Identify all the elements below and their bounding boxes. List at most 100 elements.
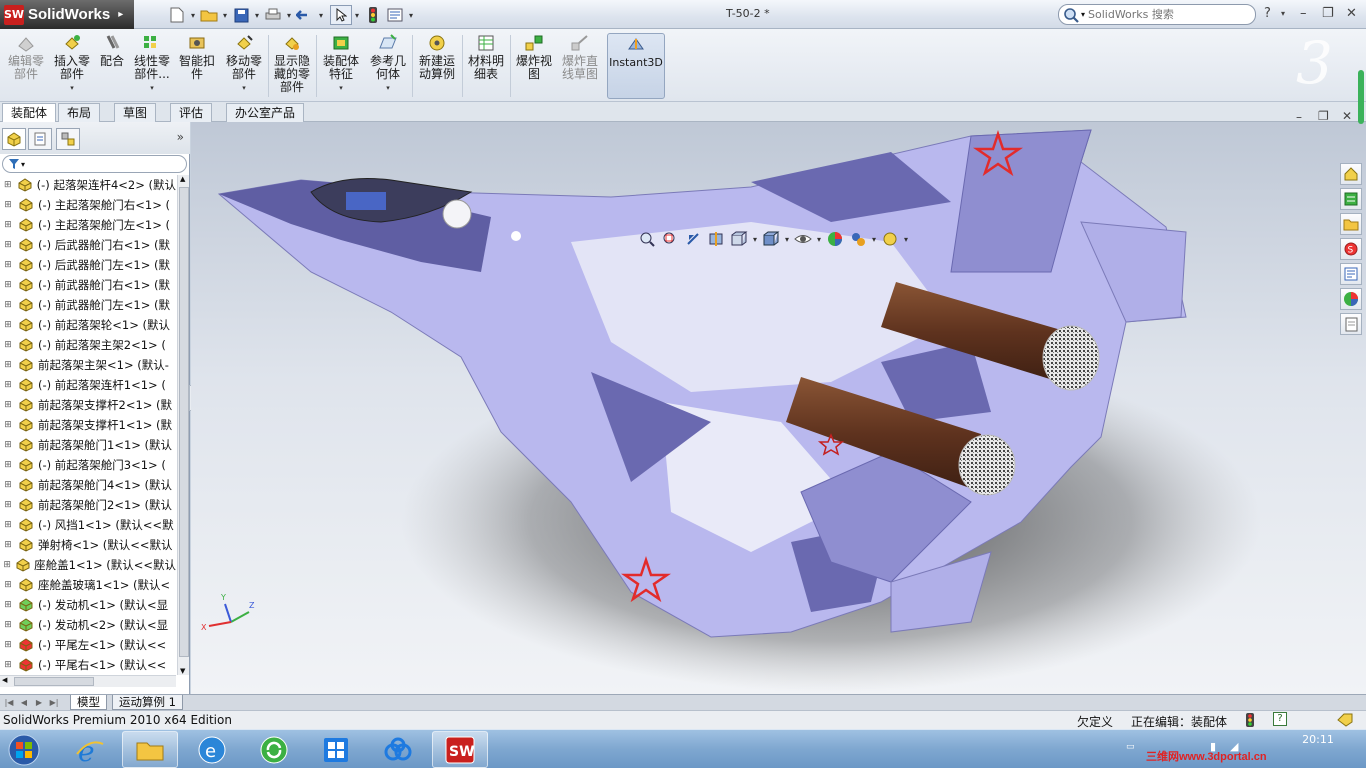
select-cursor-icon[interactable]	[330, 5, 352, 25]
taskbar-internet-explorer[interactable]: e	[62, 731, 118, 768]
tree-item[interactable]: ⊞ 弹射椅<1> (默认<<默认	[0, 535, 176, 555]
view-settings-dropdown-icon[interactable]: ▾	[902, 229, 910, 249]
taskbar-tiles[interactable]	[308, 731, 364, 768]
smart-fasteners-button[interactable]: 智能扣件	[176, 33, 218, 99]
apply-scene-dropdown-icon[interactable]: ▾	[870, 229, 878, 249]
expand-toggle-icon[interactable]: ⊞	[3, 400, 13, 410]
taskbar-ie-blue[interactable]: e	[184, 731, 240, 768]
tab-office-products[interactable]: 办公室产品	[226, 103, 305, 122]
tab-motion-study-1[interactable]: 运动算例 1	[112, 695, 183, 710]
tab-layout[interactable]: 布局	[58, 103, 101, 122]
tree-item[interactable]: ⊞ (-) 后武器舱门左<1> (默	[0, 255, 176, 275]
document-close-icon[interactable]: ✕	[1342, 109, 1352, 123]
save-icon[interactable]	[230, 5, 252, 25]
zoom-to-fit-icon[interactable]	[636, 229, 658, 249]
tree-item[interactable]: ⊞ (-) 发动机<1> (默认<显	[0, 595, 176, 615]
document-minimize-icon[interactable]: –	[1296, 110, 1302, 124]
search-dropdown-icon[interactable]: ▾	[1081, 10, 1085, 19]
property-manager-tab-icon[interactable]	[28, 128, 52, 150]
configuration-manager-tab-icon[interactable]	[56, 128, 80, 150]
taskbar-clock[interactable]: 20:11	[1298, 733, 1338, 746]
tree-filter[interactable]: ▾	[2, 155, 187, 173]
previous-view-icon[interactable]	[682, 229, 704, 249]
expand-toggle-icon[interactable]: ⊞	[3, 520, 13, 530]
tree-item[interactable]: ⊞ (-) 平尾右<1> (默认<<	[0, 655, 176, 675]
expand-toggle-icon[interactable]: ⊞	[3, 660, 13, 670]
taskbar-sync[interactable]	[246, 731, 302, 768]
hide-show-items-icon[interactable]	[792, 229, 814, 249]
prev-tab-icon[interactable]: ◀	[17, 696, 31, 709]
first-tab-icon[interactable]: |◀	[2, 696, 16, 709]
tree-item[interactable]: ⊞ (-) 前起落架轮<1> (默认	[0, 315, 176, 335]
exploded-view-button[interactable]: 爆炸视图	[512, 33, 556, 99]
help-dropdown-icon[interactable]: ▾	[1281, 9, 1285, 18]
linear-pattern-dropdown-icon[interactable]: ▾	[150, 82, 154, 95]
expand-toggle-icon[interactable]: ⊞	[3, 260, 13, 270]
expand-toggle-icon[interactable]: ⊞	[3, 320, 13, 330]
view-orientation-dropdown-icon[interactable]: ▾	[751, 229, 759, 249]
linear-pattern-button[interactable]: 线性零部件... ▾	[130, 33, 174, 99]
expand-toggle-icon[interactable]: ⊞	[3, 620, 13, 630]
aircraft-model[interactable]: X Y Z	[191, 122, 1366, 694]
expand-toggle-icon[interactable]: ⊞	[3, 440, 13, 450]
reference-geometry-dropdown-icon[interactable]: ▾	[386, 82, 390, 95]
expand-toggle-icon[interactable]: ⊞	[3, 180, 13, 190]
taskbar-baidu-cloud[interactable]	[370, 731, 426, 768]
insert-components-dropdown-icon[interactable]: ▾	[70, 82, 74, 95]
explode-line-sketch-button[interactable]: 爆炸直线草图	[558, 33, 602, 99]
new-dropdown-icon[interactable]: ▾	[188, 11, 198, 20]
taskbar-file-explorer[interactable]	[122, 731, 178, 768]
tree-item[interactable]: ⊞ 前起落架主架<1> (默认-	[0, 355, 176, 375]
tab-sketch[interactable]: 草图	[114, 103, 157, 122]
solidworks-menu-button[interactable]: SW SolidWorks ▸	[0, 0, 134, 29]
bill-of-materials-button[interactable]: 材料明细表	[464, 33, 508, 99]
search-3dcontent-icon[interactable]: S	[1340, 238, 1362, 260]
view-palette-icon[interactable]	[1340, 263, 1362, 285]
move-component-dropdown-icon[interactable]: ▾	[242, 82, 246, 95]
tab-evaluate[interactable]: 评估	[170, 103, 213, 122]
solidworks-search[interactable]: ▾	[1058, 4, 1256, 25]
quick-tips-icon[interactable]: ?	[1273, 712, 1287, 726]
display-style-icon[interactable]	[760, 229, 782, 249]
options-icon[interactable]	[384, 5, 406, 25]
appearances-scenes-icon[interactable]	[1340, 288, 1362, 310]
show-hidden-components-button[interactable]: 显示隐藏的零部件	[270, 33, 314, 99]
expand-toggle-icon[interactable]: ⊞	[3, 240, 13, 250]
open-dropdown-icon[interactable]: ▾	[220, 11, 230, 20]
tree-item[interactable]: ⊞ 前起落架支撑杆2<1> (默	[0, 395, 176, 415]
scroll-left-icon[interactable]: ◀	[2, 676, 7, 684]
custom-properties-icon[interactable]	[1340, 313, 1362, 335]
tree-item[interactable]: ⊞ (-) 主起落架舱门左<1> (	[0, 215, 176, 235]
expand-toggle-icon[interactable]: ⊞	[3, 420, 13, 430]
tree-item[interactable]: ⊞ (-) 发动机<2> (默认<显	[0, 615, 176, 635]
expand-toggle-icon[interactable]: ⊞	[3, 360, 13, 370]
tab-model[interactable]: 模型	[70, 695, 107, 710]
next-tab-icon[interactable]: ▶	[32, 696, 46, 709]
tree-item[interactable]: ⊞ 前起落架舱门4<1> (默认	[0, 475, 176, 495]
hide-show-dropdown-icon[interactable]: ▾	[815, 229, 823, 249]
rebuild-traffic-light-icon[interactable]	[362, 5, 384, 25]
tree-horizontal-scrollbar[interactable]: ◀	[0, 675, 176, 687]
tree-item[interactable]: ⊞ 前起落架舱门2<1> (默认	[0, 495, 176, 515]
tree-item[interactable]: ⊞ (-) 前起落架主架2<1> (	[0, 335, 176, 355]
expand-toggle-icon[interactable]: ⊞	[3, 600, 13, 610]
graphics-area[interactable]: X Y Z ▾ ▾ ▾ ▾ ▾	[191, 122, 1366, 694]
edit-component-button[interactable]: 编辑零部件	[4, 33, 48, 99]
expand-toggle-icon[interactable]: ⊞	[3, 480, 13, 490]
scroll-down-icon[interactable]: ▼	[180, 667, 185, 675]
start-button[interactable]	[4, 731, 44, 768]
expand-toggle-icon[interactable]: ⊞	[3, 500, 13, 510]
save-dropdown-icon[interactable]: ▾	[252, 11, 262, 20]
taskbar-solidworks[interactable]: SW	[432, 731, 488, 768]
assembly-features-button[interactable]: 装配体特征 ▾	[318, 33, 364, 99]
help-button[interactable]: ?	[1264, 6, 1271, 21]
tree-vertical-scrollbar[interactable]: ▲ ▼	[177, 175, 189, 675]
expand-toggle-icon[interactable]: ⊞	[3, 300, 13, 310]
apply-scene-icon[interactable]	[847, 229, 869, 249]
solidworks-resources-icon[interactable]	[1340, 163, 1362, 185]
zoom-to-area-icon[interactable]	[659, 229, 681, 249]
move-component-button[interactable]: 移动零部件 ▾	[222, 33, 266, 99]
scroll-up-icon[interactable]: ▲	[180, 175, 185, 183]
tree-hscroll-thumb[interactable]	[14, 677, 94, 686]
expand-toggle-icon[interactable]: ⊞	[3, 640, 13, 650]
